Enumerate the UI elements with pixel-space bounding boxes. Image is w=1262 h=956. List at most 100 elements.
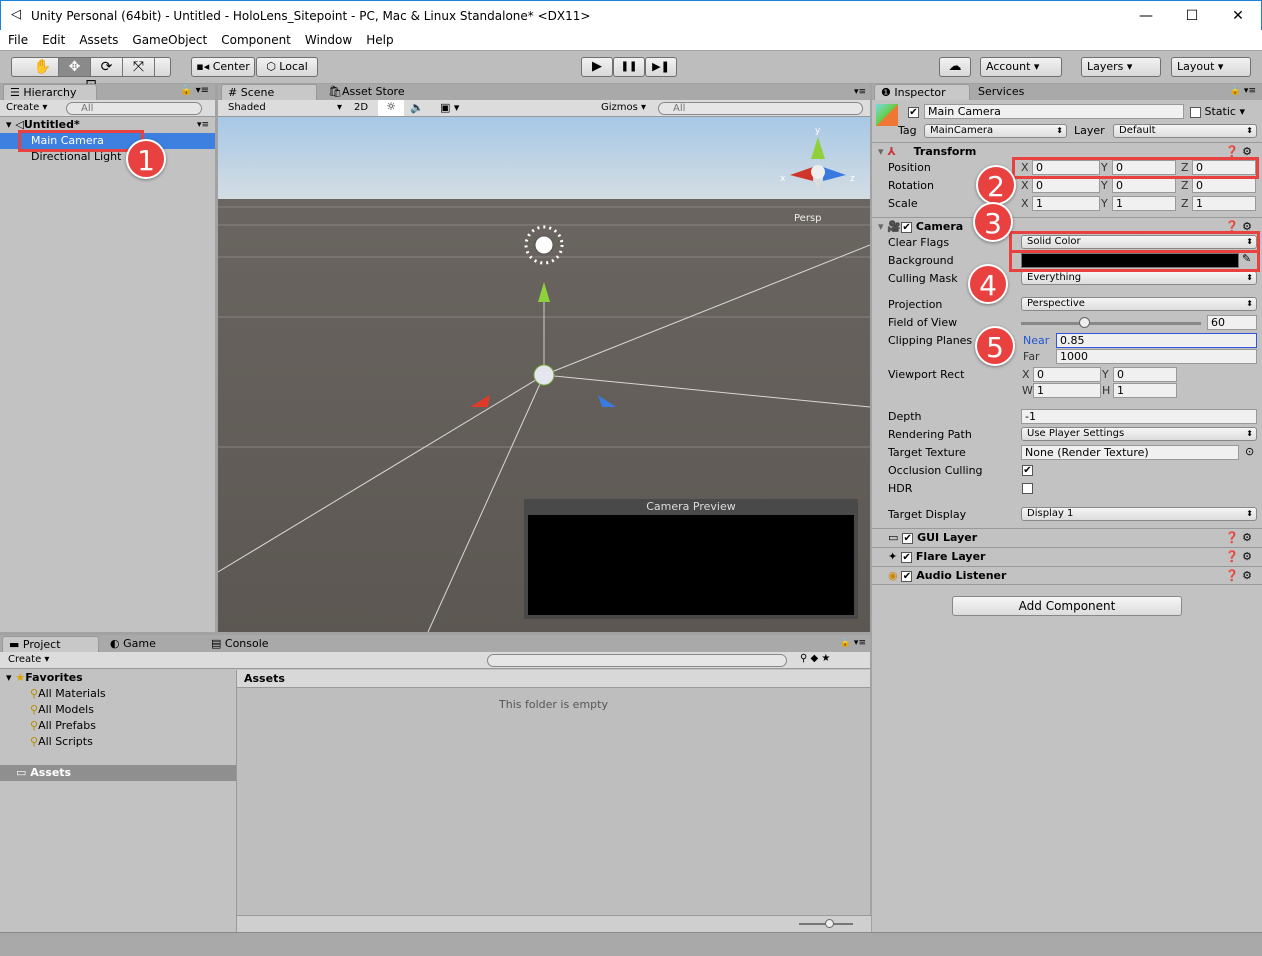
- help-gear-icons[interactable]: ❓ ⚙: [1225, 567, 1252, 585]
- layers-dropdown[interactable]: Layers ▾: [1081, 57, 1161, 77]
- camera-enabled-checkbox[interactable]: ✔: [901, 221, 913, 233]
- projection-dropdown[interactable]: Perspective: [1021, 297, 1257, 311]
- layout-dropdown[interactable]: Layout ▾: [1171, 57, 1251, 77]
- fov-slider-track[interactable]: [1021, 322, 1201, 325]
- tab-inspector[interactable]: ❶ Inspector: [874, 84, 970, 100]
- project-create-dropdown[interactable]: Create ▾: [8, 654, 49, 665]
- effects-toggle-icon[interactable]: ▣ ▾: [440, 101, 459, 114]
- favorite-all-prefabs[interactable]: ⚲All Prefabs: [0, 718, 96, 734]
- menu-file[interactable]: File: [8, 30, 28, 50]
- static-checkbox[interactable]: Static ▾: [1190, 105, 1245, 118]
- fov-input[interactable]: 60: [1207, 315, 1257, 330]
- project-breadcrumb[interactable]: Assets: [237, 670, 870, 688]
- viewport-y-input[interactable]: 0: [1113, 367, 1177, 382]
- inspector-panel: ❶ Inspector Services 🔒 ▾≡ ✔ Main Camera …: [872, 84, 1262, 932]
- target-display-dropdown[interactable]: Display 1: [1021, 507, 1257, 521]
- add-component-button[interactable]: Add Component: [952, 596, 1182, 616]
- scale-x-input[interactable]: 1: [1032, 196, 1100, 211]
- tab-console[interactable]: ▤ Console: [205, 636, 275, 652]
- pivot-center-button[interactable]: ▪◂ Center: [191, 57, 255, 77]
- menu-help[interactable]: Help: [366, 30, 393, 50]
- audio-toggle-icon[interactable]: 🔈: [410, 101, 424, 114]
- flare-layer-checkbox[interactable]: ✔: [901, 551, 913, 563]
- menu-window[interactable]: Window: [305, 30, 352, 50]
- occlusion-culling-checkbox[interactable]: ✔: [1022, 465, 1033, 476]
- favorites-folder[interactable]: ▾ ★Favorites: [0, 670, 236, 686]
- near-input[interactable]: 0.85: [1056, 333, 1257, 348]
- hdr-checkbox[interactable]: [1022, 483, 1033, 494]
- lighting-toggle-icon[interactable]: ☼: [378, 100, 404, 116]
- tab-game[interactable]: ◐ Game: [104, 636, 162, 652]
- camera-gizmo[interactable]: [533, 364, 555, 386]
- rotation-z-input[interactable]: 0: [1192, 178, 1256, 193]
- target-texture-field[interactable]: None (Render Texture): [1021, 445, 1239, 460]
- cloud-button[interactable]: ☁: [939, 57, 971, 77]
- tab-asset-store[interactable]: 🛍Asset Store: [322, 84, 411, 100]
- icon-size-slider-thumb[interactable]: [825, 919, 834, 928]
- depth-input[interactable]: -1: [1021, 409, 1257, 424]
- scale-y-input[interactable]: 1: [1112, 196, 1176, 211]
- tag-dropdown[interactable]: MainCamera: [924, 124, 1067, 138]
- flare-layer-header[interactable]: ✦ ✔ Flare Layer ❓ ⚙: [872, 547, 1262, 566]
- scale-z-input[interactable]: 1: [1192, 196, 1256, 211]
- layer-dropdown[interactable]: Default: [1113, 124, 1257, 138]
- far-input[interactable]: 1000: [1056, 349, 1257, 364]
- move-tool-icon[interactable]: ✥: [59, 58, 91, 76]
- tab-project[interactable]: ▬ Project: [2, 636, 99, 652]
- project-search-input[interactable]: [487, 654, 787, 667]
- scene-search-input[interactable]: All: [658, 102, 863, 115]
- viewport-w-input[interactable]: 1: [1033, 383, 1101, 398]
- hierarchy-search-input[interactable]: All: [66, 102, 202, 115]
- filter-icons[interactable]: ⚲ ◆ ★: [800, 653, 830, 664]
- rotate-tool-icon[interactable]: ⟳: [91, 58, 123, 76]
- maximize-button[interactable]: ☐: [1170, 5, 1214, 27]
- menu-assets[interactable]: Assets: [79, 30, 118, 50]
- audio-listener-checkbox[interactable]: ✔: [901, 570, 913, 582]
- favorite-all-models[interactable]: ⚲All Models: [0, 702, 94, 718]
- menu-gameobject[interactable]: GameObject: [132, 30, 207, 50]
- inspector-menu-icon[interactable]: 🔒 ▾≡: [1230, 86, 1256, 96]
- object-picker-icon[interactable]: ⊙: [1245, 445, 1254, 458]
- rendering-path-dropdown[interactable]: Use Player Settings: [1021, 427, 1257, 441]
- gui-layer-header[interactable]: ▭ ✔ GUI Layer ❓ ⚙: [872, 528, 1262, 547]
- 2d-toggle[interactable]: 2D: [354, 102, 368, 113]
- help-gear-icons[interactable]: ❓ ⚙: [1225, 529, 1252, 547]
- audio-listener-header[interactable]: ◉ ✔ Audio Listener ❓ ⚙: [872, 566, 1262, 585]
- help-gear-icons[interactable]: ❓ ⚙: [1225, 548, 1252, 566]
- gizmos-dropdown[interactable]: Gizmos ▾: [601, 102, 646, 113]
- scene-menu-icon[interactable]: ▾≡: [197, 117, 209, 133]
- menu-component[interactable]: Component: [221, 30, 291, 50]
- shading-dropdown[interactable]: Shaded ▾: [228, 102, 342, 113]
- gui-layer-checkbox[interactable]: ✔: [902, 532, 914, 544]
- tab-scene[interactable]: # Scene: [221, 84, 317, 100]
- minimize-button[interactable]: —: [1124, 5, 1168, 27]
- hand-tool-icon[interactable]: ✋: [27, 58, 59, 76]
- pause-button[interactable]: ❚❚: [613, 57, 645, 77]
- pivot-local-button[interactable]: ⬡ Local: [256, 57, 318, 77]
- close-button[interactable]: ✕: [1216, 5, 1260, 27]
- play-button[interactable]: ▶: [581, 57, 613, 77]
- tab-services[interactable]: Services: [972, 84, 1030, 100]
- project-menu-icon[interactable]: 🔒 ▾≡: [840, 638, 866, 648]
- culling-mask-dropdown[interactable]: Everything: [1021, 271, 1257, 285]
- scene-panel-menu-icon[interactable]: ▾≡: [854, 87, 866, 97]
- viewport-x-input[interactable]: 0: [1033, 367, 1101, 382]
- fov-slider-thumb[interactable]: [1079, 317, 1090, 328]
- menu-edit[interactable]: Edit: [42, 30, 65, 50]
- assets-folder[interactable]: ▭ Assets: [0, 765, 236, 781]
- create-dropdown[interactable]: Create ▾: [6, 102, 47, 113]
- favorite-all-scripts[interactable]: ⚲All Scripts: [0, 734, 93, 750]
- viewport-h-input[interactable]: 1: [1113, 383, 1177, 398]
- active-checkbox[interactable]: ✔: [908, 105, 919, 118]
- favorite-all-materials[interactable]: ⚲All Materials: [0, 686, 106, 702]
- rotation-x-input[interactable]: 0: [1032, 178, 1100, 193]
- account-dropdown[interactable]: Account ▾: [980, 57, 1062, 77]
- step-button[interactable]: ▶❚: [645, 57, 677, 77]
- rotation-y-input[interactable]: 0: [1112, 178, 1176, 193]
- persp-label[interactable]: Persp: [794, 213, 822, 224]
- shading-label: Shaded: [228, 102, 266, 113]
- panel-menu-icon[interactable]: 🔒 ▾≡: [180, 85, 209, 96]
- tab-hierarchy[interactable]: ☰ Hierarchy: [3, 84, 97, 100]
- scale-tool-icon[interactable]: ⤧: [123, 58, 155, 76]
- object-name-input[interactable]: Main Camera: [924, 104, 1184, 119]
